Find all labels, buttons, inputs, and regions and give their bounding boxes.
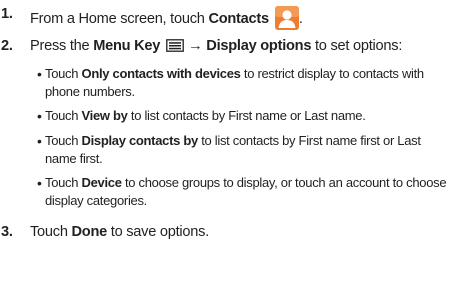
bullet: •: [37, 66, 42, 82]
display-options-label: Display options: [206, 38, 312, 54]
option-name: Device: [81, 175, 122, 190]
menu-key-label: Menu Key: [93, 38, 161, 54]
bullet: •: [37, 175, 42, 191]
arrow-symbol: →: [188, 38, 203, 54]
step-text: Touch: [30, 224, 72, 240]
done-label: Done: [71, 224, 108, 240]
contacts-icon: [274, 6, 299, 30]
bullet: •: [37, 133, 42, 149]
contacts-label: Contacts: [208, 11, 269, 27]
step-number: 1.: [1, 6, 13, 22]
step-text-end: to set options:: [311, 38, 403, 54]
option-name: Display contacts by: [81, 133, 199, 148]
option-name: Only contacts with devices: [81, 66, 241, 81]
step-text: Press the: [30, 38, 94, 54]
step-text-end: to save options.: [106, 224, 210, 240]
option-name: View by: [81, 108, 128, 123]
instruction-list: 1. From a Home screen, touch Contacts. 2…: [1, 6, 447, 240]
step-number: 3.: [1, 224, 13, 240]
bullet: •: [37, 108, 42, 124]
step-text: From a Home screen, touch: [30, 11, 209, 27]
step-text-end: .: [298, 11, 303, 27]
menu-key-icon: [166, 39, 184, 52]
step-number: 2.: [1, 38, 13, 54]
